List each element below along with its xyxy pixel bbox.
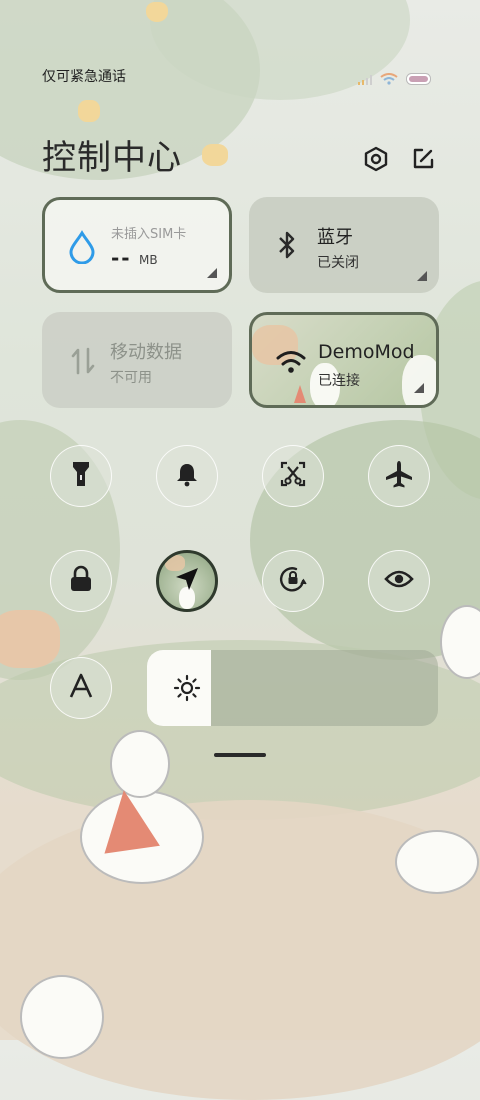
edit-icon[interactable] <box>409 145 437 173</box>
sun-icon <box>173 674 201 706</box>
carrier-status: 仅可紧急通话 <box>42 69 126 85</box>
lock-icon <box>68 565 94 597</box>
wifi-tile[interactable]: DemoMod 已连接 <box>249 312 439 408</box>
rotate-lock-icon <box>278 564 308 598</box>
bell-icon <box>174 461 200 491</box>
flashlight-icon <box>70 460 92 492</box>
wifi-icon <box>380 70 398 89</box>
expand-corner-icon <box>207 268 217 278</box>
battery-icon <box>406 70 432 89</box>
bluetooth-tile[interactable]: 蓝牙 已关闭 <box>249 197 439 293</box>
mobile-data-status: 不可用 <box>110 370 152 386</box>
eye-icon <box>384 568 414 594</box>
lock-screen-toggle[interactable] <box>50 550 112 612</box>
airplane-toggle[interactable] <box>368 445 430 507</box>
expand-corner-icon <box>414 383 424 393</box>
mobile-data-tile[interactable]: 移动数据 不可用 <box>42 312 232 408</box>
font-a-icon <box>68 673 94 703</box>
flashlight-toggle[interactable] <box>50 445 112 507</box>
wifi-status: 已连接 <box>318 373 360 389</box>
ringer-toggle[interactable] <box>156 445 218 507</box>
page-title: 控制中心 <box>42 138 182 178</box>
brightness-slider[interactable] <box>147 650 438 726</box>
bluetooth-label: 蓝牙 <box>317 227 353 248</box>
settings-hexagon-icon[interactable] <box>362 145 390 173</box>
bluetooth-status: 已关闭 <box>317 255 359 271</box>
scissors-screenshot-icon <box>279 460 307 492</box>
signal-bars-icon <box>358 70 372 89</box>
status-icons <box>358 70 432 89</box>
airplane-icon <box>384 459 414 493</box>
data-arrows-icon <box>70 346 96 380</box>
auto-rotate-toggle[interactable] <box>262 550 324 612</box>
wifi-network-name: DemoMod <box>318 341 415 363</box>
screenshot-toggle[interactable] <box>262 445 324 507</box>
sim-status-label: 未插入SIM卡 <box>111 227 187 242</box>
water-drop-icon <box>67 230 97 268</box>
data-usage-unit: MB <box>139 253 158 267</box>
wifi-icon <box>276 349 306 379</box>
reading-mode-toggle[interactable] <box>368 550 430 612</box>
location-toggle[interactable] <box>156 550 218 612</box>
bluetooth-icon <box>277 230 297 264</box>
expand-corner-icon <box>417 271 427 281</box>
mobile-data-label: 移动数据 <box>110 342 182 363</box>
location-arrow-icon <box>173 565 201 597</box>
drag-handle[interactable] <box>214 753 266 757</box>
font-size-toggle[interactable] <box>50 657 112 719</box>
data-usage-tile[interactable]: 未插入SIM卡 -- MB <box>42 197 232 293</box>
data-usage-value: -- <box>111 246 132 270</box>
